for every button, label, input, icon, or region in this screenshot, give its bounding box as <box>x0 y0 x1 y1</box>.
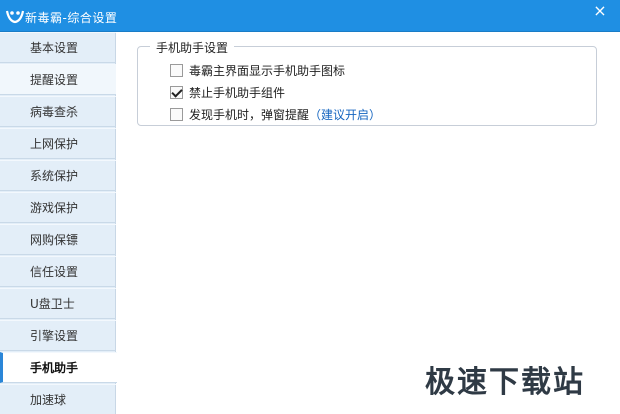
watermark-text: 极速下载站 <box>425 365 585 400</box>
option-show-icon: 毒霸主界面显示手机助手图标 <box>170 62 345 78</box>
sidebar-item-engine[interactable]: 引擎设置 <box>0 320 116 351</box>
show-icon-checkbox[interactable] <box>170 63 183 77</box>
option-disable-component: 禁止手机助手组件 <box>170 84 285 100</box>
sidebar: 基本设置 提醒设置 病毒查杀 上网保护 系统保护 游戏保护 网购保镖 信任设置 … <box>0 32 117 414</box>
phone-assistant-group: 手机助手设置 毒霸主界面显示手机助手图标 禁止手机助手组件 发现手机时，弹窗提醒… <box>137 39 597 126</box>
recommend-enable-link[interactable]: （建议开启） <box>309 106 381 123</box>
group-title: 手机助手设置 <box>150 39 235 56</box>
sidebar-item-basic[interactable]: 基本设置 <box>0 32 116 63</box>
option-label: 毒霸主界面显示手机助手图标 <box>189 63 346 78</box>
sidebar-item-game-protect[interactable]: 游戏保护 <box>0 192 116 223</box>
sidebar-item-virus-scan[interactable]: 病毒查杀 <box>0 96 116 127</box>
window-title: 新毒霸-综合设置 <box>25 11 118 25</box>
option-label: 禁止手机助手组件 <box>189 85 286 100</box>
sidebar-item-notify[interactable]: 提醒设置 <box>0 64 116 95</box>
close-icon[interactable]: × <box>592 3 608 19</box>
option-popup-alert: 发现手机时，弹窗提醒 （建议开启） <box>170 106 381 122</box>
sidebar-item-system-protect[interactable]: 系统保护 <box>0 160 116 191</box>
sidebar-item-shopping-guard[interactable]: 网购保镖 <box>0 224 116 255</box>
option-label: 发现手机时，弹窗提醒 <box>189 107 310 122</box>
disable-component-checkbox[interactable] <box>170 85 183 99</box>
sidebar-item-web-protect[interactable]: 上网保护 <box>0 128 116 159</box>
duba-logo-icon <box>5 10 25 24</box>
sidebar-item-phone-assistant[interactable]: 手机助手 <box>0 352 117 383</box>
title-bar: 新毒霸-综合设置 × <box>0 0 620 32</box>
sidebar-item-usb-guard[interactable]: U盘卫士 <box>0 288 116 319</box>
sidebar-item-trust[interactable]: 信任设置 <box>0 256 116 287</box>
sidebar-item-speed-ball[interactable]: 加速球 <box>0 384 116 414</box>
popup-alert-checkbox[interactable] <box>170 107 183 121</box>
